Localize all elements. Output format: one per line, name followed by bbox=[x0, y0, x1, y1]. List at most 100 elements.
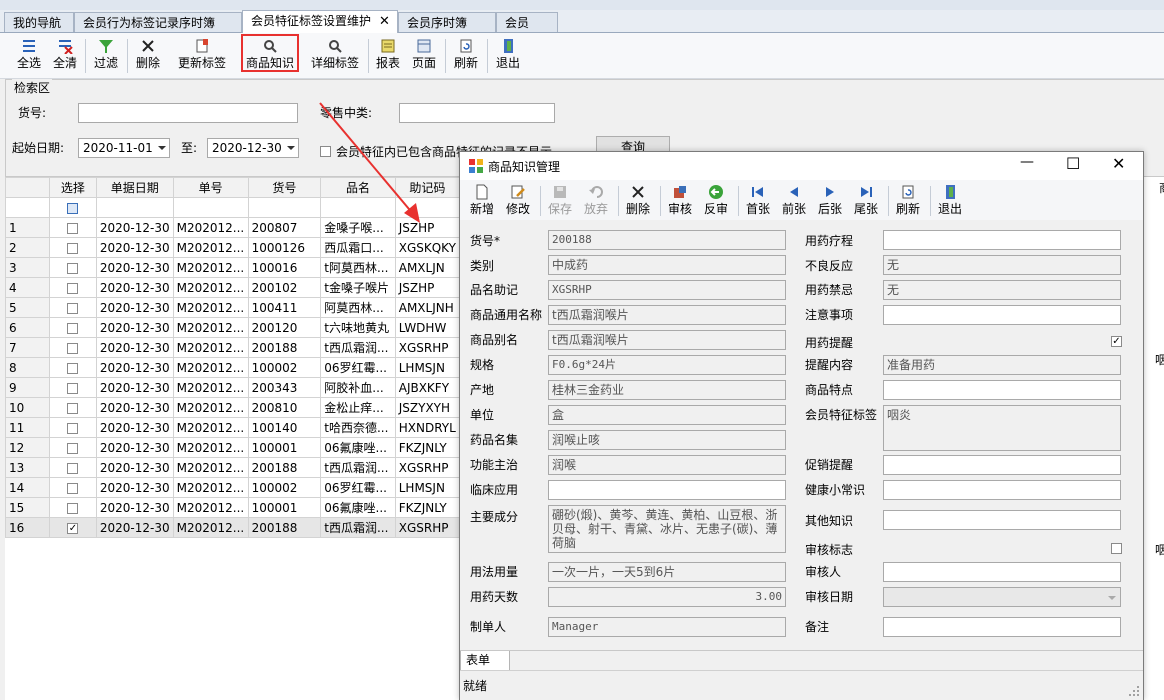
tab-member-journal[interactable]: 会员序时簿 bbox=[398, 12, 496, 32]
health-field[interactable] bbox=[883, 480, 1121, 500]
dosage-field[interactable]: 一次一片，一天5到6片 bbox=[548, 562, 786, 582]
unaudit-button[interactable]: 反审 bbox=[702, 184, 730, 216]
select-cell[interactable] bbox=[48, 457, 97, 478]
close-icon[interactable]: ✕ bbox=[1112, 154, 1125, 173]
checkbox-icon[interactable] bbox=[67, 482, 79, 494]
select-cell[interactable] bbox=[48, 237, 97, 258]
checkbox-icon[interactable] bbox=[67, 282, 79, 294]
discard-button[interactable]: 放弃 bbox=[582, 184, 610, 216]
checkbox-icon[interactable] bbox=[67, 422, 79, 434]
tab-my-navigation[interactable]: 我的导航 bbox=[4, 12, 74, 32]
tab-form[interactable]: 表单 bbox=[460, 651, 510, 671]
contra-field[interactable]: 无 bbox=[883, 280, 1121, 300]
table-row[interactable]: 16 ✓ 2020-12-30 M202012... 200188 t西瓜霜润... XGS… bbox=[5, 517, 460, 538]
prev-record-button[interactable]: 前张 bbox=[780, 184, 808, 216]
page-button[interactable]: 页面 bbox=[409, 38, 439, 70]
table-row[interactable]: 7 2020-12-30 M202012... 200188 t西瓜霜润... XGSRH… bbox=[5, 337, 460, 358]
column-header[interactable]: 单据日期 bbox=[95, 177, 174, 198]
resize-grip-icon[interactable] bbox=[1128, 685, 1140, 697]
close-icon[interactable]: ✕ bbox=[379, 14, 390, 29]
other-field[interactable] bbox=[883, 510, 1121, 530]
clear-all-button[interactable]: 全清 bbox=[50, 38, 80, 70]
end-date-picker[interactable]: 2020-12-30 bbox=[207, 138, 299, 158]
item-no-field[interactable]: 200188 bbox=[548, 230, 786, 250]
start-date-picker[interactable]: 2020-11-01 bbox=[78, 138, 170, 158]
generic-name-field[interactable]: t西瓜霜润喉片 bbox=[548, 305, 786, 325]
select-cell[interactable] bbox=[48, 317, 97, 338]
ingredients-field[interactable]: 硼砂(煅)、黄芩、黄连、黄柏、山豆根、浙贝母、射干、青黛、冰片、无患子(碳)、薄… bbox=[548, 505, 786, 553]
clinical-field[interactable] bbox=[548, 480, 786, 500]
checkbox-icon[interactable] bbox=[67, 462, 79, 474]
table-row[interactable]: 5 2020-12-30 M202012... 100411 阿莫西林... AMXLJN… bbox=[5, 297, 460, 318]
table-row[interactable]: 13 2020-12-30 M202012... 200188 t西瓜霜润... XGSR… bbox=[5, 457, 460, 478]
select-cell[interactable] bbox=[48, 497, 97, 518]
checkbox-icon[interactable] bbox=[67, 262, 79, 274]
table-row[interactable]: 15 2020-12-30 M202012... 100001 06氟康唑... FKZJ… bbox=[5, 497, 460, 518]
delete-button[interactable]: 删除 bbox=[624, 184, 652, 216]
table-row[interactable]: 2 2020-12-30 M202012... 1000126 西瓜霜口... XGSKQ… bbox=[5, 237, 460, 258]
select-cell[interactable] bbox=[48, 437, 97, 458]
adverse-field[interactable]: 无 bbox=[883, 255, 1121, 275]
table-row[interactable]: 8 2020-12-30 M202012... 100002 06罗红霉... LHMSJ… bbox=[5, 357, 460, 378]
minimize-icon[interactable]: — bbox=[1020, 154, 1034, 170]
unit-field[interactable]: 盒 bbox=[548, 405, 786, 425]
save-button[interactable]: 保存 bbox=[546, 184, 574, 216]
item-no-input[interactable] bbox=[78, 103, 298, 123]
maximize-icon[interactable]: ☐ bbox=[1066, 154, 1080, 173]
table-row[interactable]: 12 2020-12-30 M202012... 100001 06氟康唑... FKZJ… bbox=[5, 437, 460, 458]
filter-button[interactable]: 过滤 bbox=[91, 38, 121, 70]
table-row[interactable]: 10 2020-12-30 M202012... 200810 金松止痒... JSZYX… bbox=[5, 397, 460, 418]
select-cell[interactable] bbox=[48, 397, 97, 418]
remind-checkbox[interactable]: ✓ bbox=[1111, 336, 1122, 347]
filter-cell[interactable] bbox=[172, 197, 249, 218]
select-all-cell[interactable] bbox=[48, 197, 97, 218]
maker-field[interactable]: Manager bbox=[548, 617, 786, 637]
detail-tags-button[interactable]: 详细标签 bbox=[307, 38, 363, 70]
select-cell[interactable] bbox=[48, 297, 97, 318]
exit-button[interactable]: 退出 bbox=[936, 184, 964, 216]
first-record-button[interactable]: 首张 bbox=[744, 184, 772, 216]
checkbox-icon[interactable] bbox=[67, 302, 79, 314]
checkbox-icon[interactable] bbox=[67, 242, 79, 254]
exit-button[interactable]: 退出 bbox=[493, 38, 523, 70]
update-tags-button[interactable]: 更新标签 bbox=[174, 38, 230, 70]
checkbox-icon[interactable] bbox=[67, 442, 79, 454]
checkbox-icon[interactable] bbox=[67, 402, 79, 414]
select-cell[interactable] bbox=[48, 417, 97, 438]
origin-field[interactable]: 桂林三金药业 bbox=[548, 380, 786, 400]
days-field[interactable]: 3.00 bbox=[548, 587, 786, 607]
audit-flag-checkbox[interactable] bbox=[1111, 543, 1122, 554]
column-header[interactable]: 单号 bbox=[172, 177, 249, 198]
select-cell[interactable] bbox=[48, 357, 97, 378]
filter-cell[interactable] bbox=[95, 197, 174, 218]
table-row[interactable]: 14 2020-12-30 M202012... 100002 06罗红霉... LHMS… bbox=[5, 477, 460, 498]
select-cell[interactable] bbox=[48, 257, 97, 278]
checkbox-icon[interactable] bbox=[67, 362, 79, 374]
delete-button[interactable]: 删除 bbox=[133, 38, 163, 70]
checked-checkbox-icon[interactable]: ✓ bbox=[67, 522, 79, 534]
member-tags-field[interactable]: 咽炎 bbox=[883, 405, 1121, 451]
refresh-button[interactable]: 刷新 bbox=[894, 184, 922, 216]
select-cell[interactable] bbox=[48, 477, 97, 498]
column-header[interactable]: 选择 bbox=[48, 177, 97, 198]
features-field[interactable] bbox=[883, 380, 1121, 400]
tab-member[interactable]: 会员 bbox=[496, 12, 558, 32]
category-field[interactable]: 中成药 bbox=[548, 255, 786, 275]
audit-button[interactable]: 审核 bbox=[666, 184, 694, 216]
table-row[interactable]: 3 2020-12-30 M202012... 100016 t阿莫西林... AMXLJ… bbox=[5, 257, 460, 278]
checkbox-icon[interactable] bbox=[67, 322, 79, 334]
table-row[interactable]: 6 2020-12-30 M202012... 200120 t六味地黄丸 LWDHW bbox=[5, 317, 460, 338]
edit-button[interactable]: 修改 bbox=[504, 184, 532, 216]
select-cell[interactable] bbox=[48, 377, 97, 398]
mnemonic-field[interactable]: XGSRHP bbox=[548, 280, 786, 300]
product-knowledge-button[interactable]: 商品知识 bbox=[241, 34, 299, 72]
select-cell[interactable] bbox=[48, 277, 97, 298]
tab-feature-tag-maintenance[interactable]: 会员特征标签设置维护 ✕ bbox=[242, 10, 398, 33]
table-row[interactable]: 11 2020-12-30 M202012... 100140 t哈西奈德... HXND… bbox=[5, 417, 460, 438]
last-record-button[interactable]: 尾张 bbox=[852, 184, 880, 216]
checkbox-icon[interactable] bbox=[67, 342, 79, 354]
refresh-button[interactable]: 刷新 bbox=[451, 38, 481, 70]
course-field[interactable] bbox=[883, 230, 1121, 250]
remark-field[interactable] bbox=[883, 617, 1121, 637]
table-row[interactable]: 4 2020-12-30 M202012... 200102 t金嗓子喉片 JSZHP bbox=[5, 277, 460, 298]
